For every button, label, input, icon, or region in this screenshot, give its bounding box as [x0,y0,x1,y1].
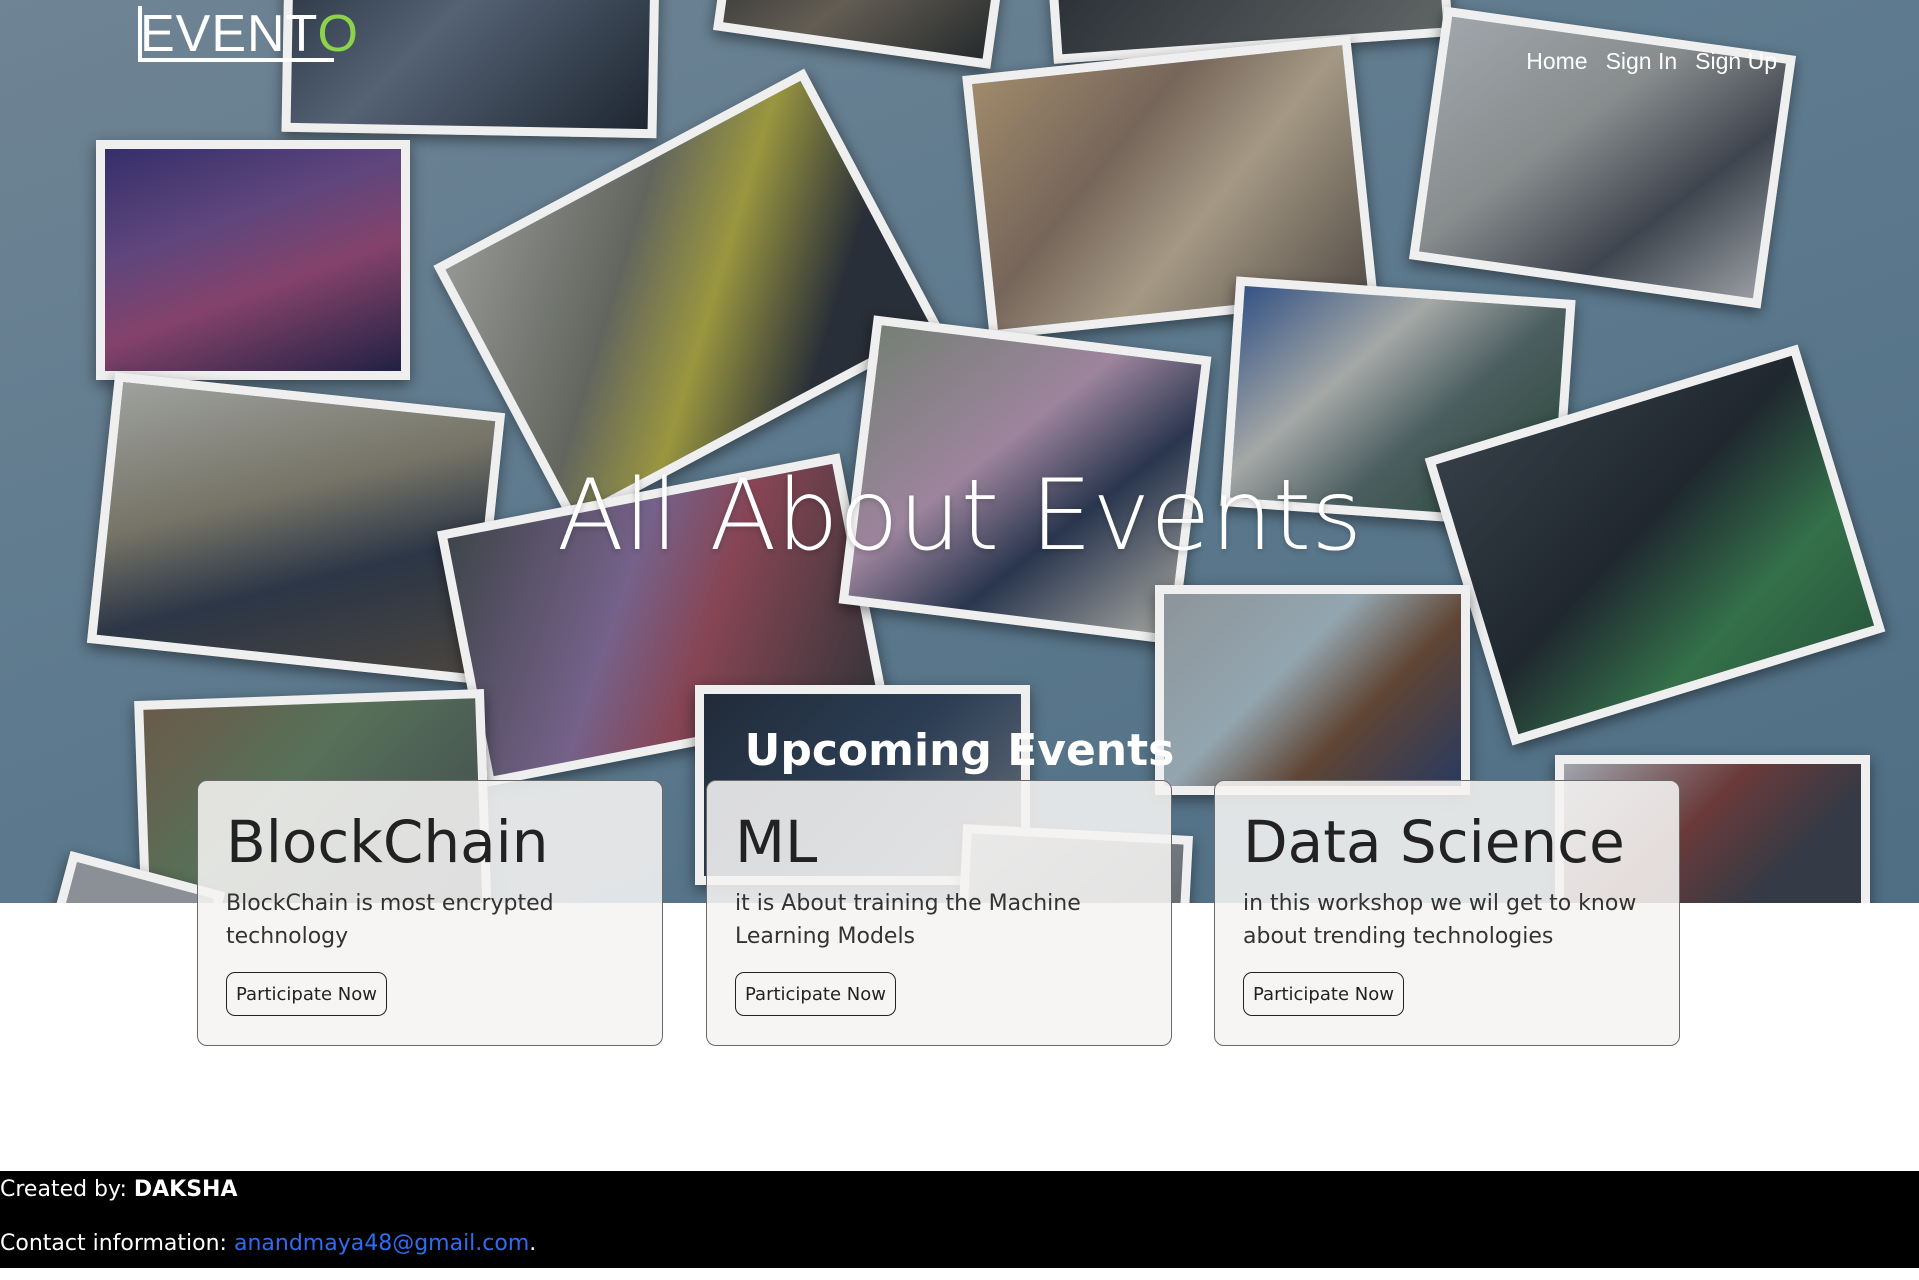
contact-label: Contact information: [0,1231,234,1256]
event-card-description: BlockChain is most encrypted technology [226,891,554,949]
author-name: DAKSHA [133,1177,238,1202]
event-card-ml: ML it is About training the Machine Lear… [706,780,1172,1046]
nav-sign-up-link[interactable]: Sign Up [1695,48,1777,75]
participate-now-button[interactable]: Participate Now [735,972,896,1016]
event-card-description: it is About training the Machine Learnin… [735,891,1081,949]
upcoming-events-title: Upcoming Events [744,724,1175,776]
nav-sign-in-link[interactable]: Sign In [1606,48,1678,75]
footer-contact: Contact information: anandmaya48@gmail.c… [0,1231,536,1256]
participate-now-button[interactable]: Participate Now [1243,972,1404,1016]
footer: Created by: DAKSHA Contact information: … [0,1171,1919,1268]
event-photo [96,140,410,380]
event-card-description: in this workshop we wil get to know abou… [1243,891,1637,949]
footer-created-by: Created by: DAKSHA [0,1177,237,1202]
hero-section: EVENTO Home Sign In Sign Up All About Ev… [0,0,1919,903]
participate-now-button[interactable]: Participate Now [226,972,387,1016]
event-card-data-science: Data Science in this workshop we wil get… [1214,780,1680,1046]
event-card-title: BlockChain [226,808,549,876]
nav-home-link[interactable]: Home [1526,48,1587,75]
evento-logo[interactable]: EVENTO [138,6,358,62]
top-nav: Home Sign In Sign Up [1526,48,1777,75]
event-card-title: Data Science [1243,808,1625,876]
logo-frame [138,6,334,62]
event-photo [713,0,1007,69]
contact-period: . [529,1231,537,1256]
hero-title: All About Events [556,458,1363,573]
contact-email-link[interactable]: anandmaya48@gmail.com [234,1231,529,1256]
created-by-label: Created by: [0,1177,134,1202]
event-card-title: ML [735,808,818,876]
event-card-blockchain: BlockChain BlockChain is most encrypted … [197,780,663,1046]
